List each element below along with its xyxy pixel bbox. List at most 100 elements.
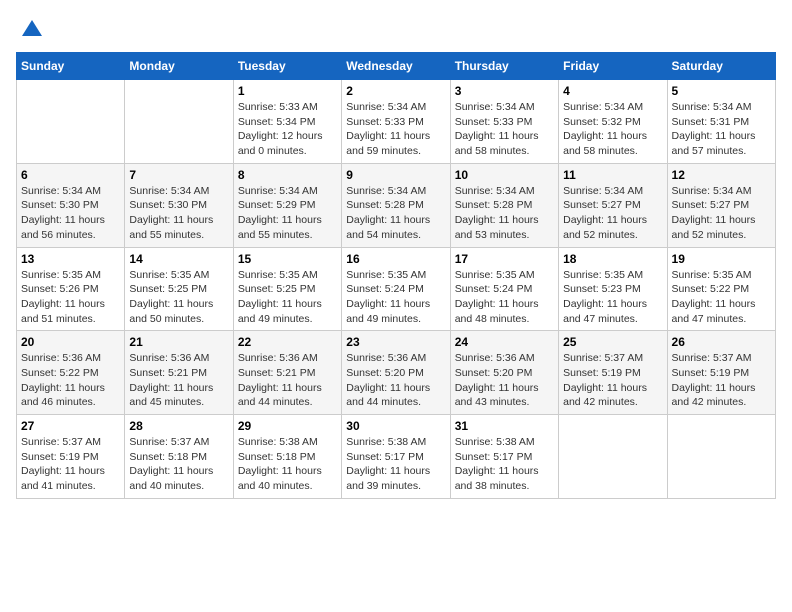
calendar-day-cell: 28Sunrise: 5:37 AM Sunset: 5:18 PM Dayli… xyxy=(125,415,233,499)
day-number: 7 xyxy=(129,168,228,182)
day-info: Sunrise: 5:36 AM Sunset: 5:21 PM Dayligh… xyxy=(129,351,228,410)
logo-icon xyxy=(20,16,44,40)
calendar-day-cell: 26 Sunrise: 5:37 AM Sunset: 5:19 PM Dayli… xyxy=(667,331,775,415)
day-number: 30 xyxy=(346,419,445,433)
day-number: 17 xyxy=(455,252,554,266)
calendar-day-cell: 6 Sunrise: 5:34 AM Sunset: 5:30 PM Daylig… xyxy=(17,163,125,247)
calendar-day-cell: 2 Sunrise: 5:34 AM Sunset: 5:33 PM Daylig… xyxy=(342,80,450,164)
day-number: 22 xyxy=(238,335,337,349)
calendar-day-cell: 4 Sunrise: 5:34 AM Sunset: 5:32 PM Daylig… xyxy=(559,80,667,164)
calendar-week-row: 27Sunrise: 5:37 AM Sunset: 5:19 PM Dayli… xyxy=(17,415,776,499)
calendar-day-cell: 13Sunrise: 5:35 AM Sunset: 5:26 PM Dayli… xyxy=(17,247,125,331)
calendar-day-cell xyxy=(667,415,775,499)
calendar-weekday-header: Saturday xyxy=(667,53,775,80)
calendar-day-cell: 11Sunrise: 5:34 AM Sunset: 5:27 PM Dayli… xyxy=(559,163,667,247)
calendar-day-cell: 7 Sunrise: 5:34 AM Sunset: 5:30 PM Daylig… xyxy=(125,163,233,247)
calendar-header-row: SundayMondayTuesdayWednesdayThursdayFrid… xyxy=(17,53,776,80)
day-number: 18 xyxy=(563,252,662,266)
logo xyxy=(16,16,44,40)
calendar-week-row: 6 Sunrise: 5:34 AM Sunset: 5:30 PM Daylig… xyxy=(17,163,776,247)
day-number: 12 xyxy=(672,168,771,182)
day-number: 5 xyxy=(672,84,771,98)
calendar-day-cell: 3 Sunrise: 5:34 AM Sunset: 5:33 PM Daylig… xyxy=(450,80,558,164)
day-info: Sunrise: 5:36 AM Sunset: 5:20 PM Dayligh… xyxy=(346,351,445,410)
day-info: Sunrise: 5:37 AM Sunset: 5:19 PM Dayligh… xyxy=(672,351,771,410)
day-number: 11 xyxy=(563,168,662,182)
day-info: Sunrise: 5:34 AM Sunset: 5:30 PM Dayligh… xyxy=(21,184,120,243)
calendar-day-cell: 23 Sunrise: 5:36 AM Sunset: 5:20 PM Dayli… xyxy=(342,331,450,415)
calendar-day-cell: 19 Sunrise: 5:35 AM Sunset: 5:22 PM Dayli… xyxy=(667,247,775,331)
day-number: 8 xyxy=(238,168,337,182)
day-info: Sunrise: 5:34 AM Sunset: 5:28 PM Dayligh… xyxy=(346,184,445,243)
day-info: Sunrise: 5:38 AM Sunset: 5:17 PM Dayligh… xyxy=(455,435,554,494)
day-info: Sunrise: 5:38 AM Sunset: 5:17 PM Dayligh… xyxy=(346,435,445,494)
calendar-day-cell: 12 Sunrise: 5:34 AM Sunset: 5:27 PM Dayli… xyxy=(667,163,775,247)
day-info: Sunrise: 5:34 AM Sunset: 5:28 PM Dayligh… xyxy=(455,184,554,243)
day-info: Sunrise: 5:35 AM Sunset: 5:26 PM Dayligh… xyxy=(21,268,120,327)
calendar-day-cell: 25Sunrise: 5:37 AM Sunset: 5:19 PM Dayli… xyxy=(559,331,667,415)
day-info: Sunrise: 5:35 AM Sunset: 5:22 PM Dayligh… xyxy=(672,268,771,327)
day-number: 10 xyxy=(455,168,554,182)
calendar-day-cell: 29 Sunrise: 5:38 AM Sunset: 5:18 PM Dayli… xyxy=(233,415,341,499)
calendar-day-cell: 8 Sunrise: 5:34 AM Sunset: 5:29 PM Daylig… xyxy=(233,163,341,247)
day-info: Sunrise: 5:34 AM Sunset: 5:27 PM Dayligh… xyxy=(672,184,771,243)
calendar-week-row: 20 Sunrise: 5:36 AM Sunset: 5:22 PM Dayli… xyxy=(17,331,776,415)
calendar-weekday-header: Sunday xyxy=(17,53,125,80)
day-number: 15 xyxy=(238,252,337,266)
page-header xyxy=(16,16,776,40)
calendar-week-row: 13Sunrise: 5:35 AM Sunset: 5:26 PM Dayli… xyxy=(17,247,776,331)
day-info: Sunrise: 5:34 AM Sunset: 5:33 PM Dayligh… xyxy=(455,100,554,159)
day-info: Sunrise: 5:37 AM Sunset: 5:19 PM Dayligh… xyxy=(21,435,120,494)
day-number: 24 xyxy=(455,335,554,349)
day-number: 26 xyxy=(672,335,771,349)
day-info: Sunrise: 5:35 AM Sunset: 5:24 PM Dayligh… xyxy=(346,268,445,327)
day-info: Sunrise: 5:36 AM Sunset: 5:22 PM Dayligh… xyxy=(21,351,120,410)
day-info: Sunrise: 5:34 AM Sunset: 5:32 PM Dayligh… xyxy=(563,100,662,159)
calendar-day-cell: 31Sunrise: 5:38 AM Sunset: 5:17 PM Dayli… xyxy=(450,415,558,499)
calendar-day-cell: 9Sunrise: 5:34 AM Sunset: 5:28 PM Daylig… xyxy=(342,163,450,247)
day-info: Sunrise: 5:34 AM Sunset: 5:33 PM Dayligh… xyxy=(346,100,445,159)
day-info: Sunrise: 5:38 AM Sunset: 5:18 PM Dayligh… xyxy=(238,435,337,494)
day-number: 1 xyxy=(238,84,337,98)
calendar-table: SundayMondayTuesdayWednesdayThursdayFrid… xyxy=(16,52,776,499)
day-number: 6 xyxy=(21,168,120,182)
day-info: Sunrise: 5:35 AM Sunset: 5:23 PM Dayligh… xyxy=(563,268,662,327)
calendar-weekday-header: Friday xyxy=(559,53,667,80)
calendar-day-cell: 21 Sunrise: 5:36 AM Sunset: 5:21 PM Dayli… xyxy=(125,331,233,415)
calendar-weekday-header: Thursday xyxy=(450,53,558,80)
day-number: 20 xyxy=(21,335,120,349)
day-number: 14 xyxy=(129,252,228,266)
calendar-day-cell: 14 Sunrise: 5:35 AM Sunset: 5:25 PM Dayli… xyxy=(125,247,233,331)
calendar-weekday-header: Tuesday xyxy=(233,53,341,80)
day-number: 29 xyxy=(238,419,337,433)
calendar-day-cell xyxy=(559,415,667,499)
day-number: 19 xyxy=(672,252,771,266)
day-number: 2 xyxy=(346,84,445,98)
calendar-day-cell: 10 Sunrise: 5:34 AM Sunset: 5:28 PM Dayli… xyxy=(450,163,558,247)
day-number: 23 xyxy=(346,335,445,349)
calendar-day-cell: 22 Sunrise: 5:36 AM Sunset: 5:21 PM Dayli… xyxy=(233,331,341,415)
calendar-day-cell: 30 Sunrise: 5:38 AM Sunset: 5:17 PM Dayli… xyxy=(342,415,450,499)
day-info: Sunrise: 5:34 AM Sunset: 5:29 PM Dayligh… xyxy=(238,184,337,243)
calendar-day-cell: 17 Sunrise: 5:35 AM Sunset: 5:24 PM Dayli… xyxy=(450,247,558,331)
day-info: Sunrise: 5:35 AM Sunset: 5:24 PM Dayligh… xyxy=(455,268,554,327)
calendar-day-cell: 1 Sunrise: 5:33 AM Sunset: 5:34 PM Daylig… xyxy=(233,80,341,164)
calendar-day-cell: 20 Sunrise: 5:36 AM Sunset: 5:22 PM Dayli… xyxy=(17,331,125,415)
day-info: Sunrise: 5:35 AM Sunset: 5:25 PM Dayligh… xyxy=(129,268,228,327)
day-info: Sunrise: 5:34 AM Sunset: 5:30 PM Dayligh… xyxy=(129,184,228,243)
day-number: 3 xyxy=(455,84,554,98)
calendar-day-cell xyxy=(17,80,125,164)
day-info: Sunrise: 5:33 AM Sunset: 5:34 PM Dayligh… xyxy=(238,100,337,159)
calendar-day-cell: 5Sunrise: 5:34 AM Sunset: 5:31 PM Daylig… xyxy=(667,80,775,164)
day-info: Sunrise: 5:37 AM Sunset: 5:19 PM Dayligh… xyxy=(563,351,662,410)
calendar-week-row: 1 Sunrise: 5:33 AM Sunset: 5:34 PM Daylig… xyxy=(17,80,776,164)
calendar-day-cell: 16Sunrise: 5:35 AM Sunset: 5:24 PM Dayli… xyxy=(342,247,450,331)
calendar-weekday-header: Monday xyxy=(125,53,233,80)
calendar-day-cell: 15Sunrise: 5:35 AM Sunset: 5:25 PM Dayli… xyxy=(233,247,341,331)
day-number: 4 xyxy=(563,84,662,98)
day-info: Sunrise: 5:36 AM Sunset: 5:21 PM Dayligh… xyxy=(238,351,337,410)
day-number: 21 xyxy=(129,335,228,349)
calendar-day-cell: 24 Sunrise: 5:36 AM Sunset: 5:20 PM Dayli… xyxy=(450,331,558,415)
day-info: Sunrise: 5:36 AM Sunset: 5:20 PM Dayligh… xyxy=(455,351,554,410)
day-info: Sunrise: 5:37 AM Sunset: 5:18 PM Dayligh… xyxy=(129,435,228,494)
